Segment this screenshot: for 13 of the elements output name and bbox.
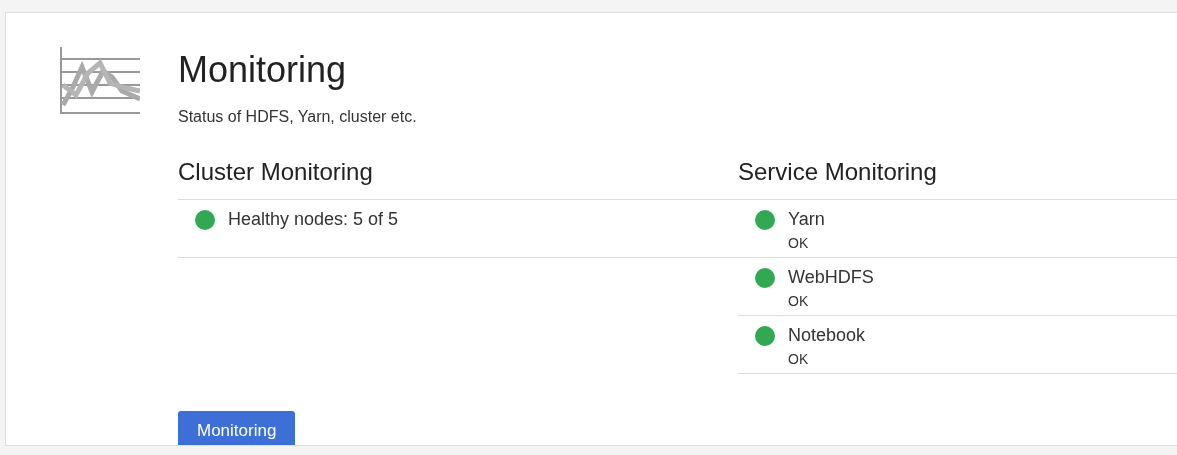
service-name: WebHDFS <box>788 266 874 289</box>
service-name: Yarn <box>788 208 825 231</box>
section-heading: Cluster Monitoring <box>178 157 374 188</box>
status-text: Healthy nodes: 5 of 5 <box>228 208 399 232</box>
service-status: OK <box>788 234 810 253</box>
page-subtitle: Status of HDFS, Yarn, cluster etc. <box>178 107 418 128</box>
section-heading: Service Monitoring <box>738 157 938 188</box>
service-status: OK <box>788 292 810 311</box>
line-chart-icon <box>60 47 140 115</box>
page-title: Monitoring <box>178 48 348 92</box>
monitoring-button[interactable]: Monitoring <box>178 411 296 445</box>
service-status: OK <box>788 350 810 369</box>
service-name: Notebook <box>788 324 866 347</box>
